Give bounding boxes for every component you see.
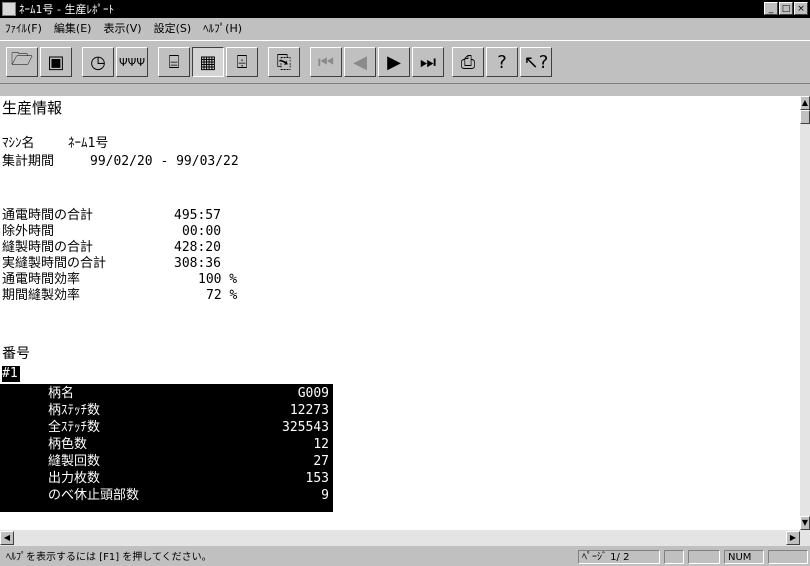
report-view[interactable]: 生産情報 ﾏｼﾝ名 ﾈｰﾑ1号 集計期間 99/02/20 - 99/03/22… — [0, 96, 800, 530]
status-pane — [664, 550, 684, 564]
prev-page-button[interactable]: ◀ — [344, 47, 376, 77]
stat-value: 428:20 — [174, 240, 221, 255]
minimize-button[interactable]: _ — [764, 2, 778, 15]
time-button[interactable]: ◷ — [82, 47, 114, 77]
status-page: ﾍﾟｰｼﾞ 1/ 2 — [578, 550, 660, 564]
report-heading: 生産情報 — [2, 99, 63, 117]
menu-edit[interactable]: 編集(E) — [54, 20, 92, 36]
prev-page-icon: ◀ — [353, 51, 367, 73]
stitch-pattern-icon: ΨΨΨ — [119, 55, 145, 69]
save-button[interactable]: ▣ — [40, 47, 72, 77]
open-folder-icon: 🗁 — [10, 49, 34, 70]
scroll-thumb[interactable] — [800, 110, 810, 124]
row-label: 柄名 — [48, 386, 75, 401]
status-pane — [768, 550, 808, 564]
stat-label: 通電時間の合計 — [2, 208, 94, 223]
machine-value: ﾈｰﾑ1号 — [68, 136, 109, 151]
next-page-icon: ▶ — [387, 51, 401, 73]
stat-value: 72 % — [206, 288, 238, 303]
number-label: 番号 — [2, 346, 30, 362]
menu-view[interactable]: 表示(V) — [103, 20, 141, 36]
stat-value: 100 % — [198, 272, 238, 287]
menu-help[interactable]: ﾍﾙﾌﾟ(H) — [203, 20, 242, 36]
table-row: 縫製回数 27 — [0, 454, 333, 470]
table-row: 出力枚数 153 — [0, 471, 333, 487]
stat-label: 除外時間 — [2, 224, 55, 239]
machine-button[interactable]: ⌸ — [158, 47, 190, 77]
help-icon: ? — [497, 51, 507, 73]
period-label: 集計期間 — [2, 154, 55, 169]
machine-label: ﾏｼﾝ名 — [2, 136, 35, 151]
scroll-down-icon[interactable]: ▼ — [800, 516, 810, 530]
stat-label: 通電時間効率 — [2, 272, 81, 287]
stat-label: 縫製時間の合計 — [2, 240, 94, 255]
table-row: 柄色数 12 — [0, 437, 333, 453]
stat-label: 実縫製時間の合計 — [2, 256, 107, 271]
table-row: 柄名 G009 — [0, 386, 333, 402]
first-page-button[interactable]: ⏮ — [310, 47, 342, 77]
toolbar: 🗁 ▣ ◷ ΨΨΨ ⌸ ▦ ⌹ ⎘ ⏮ ◀ ▶ ⏭ ⎙ ? ↖? — [0, 40, 810, 84]
clock-icon: ◷ — [90, 51, 106, 73]
row-value: 27 — [313, 454, 329, 469]
status-help-text: ﾍﾙﾌﾟを表示するには [F1] を押してください。 — [6, 552, 212, 563]
help-button[interactable]: ? — [486, 47, 518, 77]
print-button[interactable]: ⎙ — [452, 47, 484, 77]
row-value: 12 — [313, 437, 329, 452]
row-value: 12273 — [289, 403, 329, 418]
status-num: NUM — [724, 550, 764, 564]
pattern-selection: 柄名 G009 柄ｽﾃｯﾁ数 12273 全ｽﾃｯﾁ数 325543 柄色数 12 縫製… — [0, 384, 333, 512]
scroll-left-icon[interactable]: ◀ — [0, 531, 14, 545]
multihead-button[interactable]: ⌹ — [226, 47, 258, 77]
row-value: 9 — [321, 488, 329, 503]
next-page-button[interactable]: ▶ — [378, 47, 410, 77]
first-page-icon: ⏮ — [317, 51, 335, 73]
window-title: ﾈｰﾑ1号 - 生産ﾚﾎﾟｰﾄ — [19, 3, 114, 16]
close-button[interactable]: × — [794, 2, 808, 15]
row-label: のべ休止頭部数 — [48, 488, 140, 503]
table-row: 柄ｽﾃｯﾁ数 12273 — [0, 403, 333, 419]
last-page-icon: ⏭ — [419, 51, 437, 73]
menu-bar: ﾌｧｲﾙ(F) 編集(E) 表示(V) 設定(S) ﾍﾙﾌﾟ(H) — [0, 18, 810, 38]
scroll-up-icon[interactable]: ▲ — [800, 96, 810, 110]
pattern-button[interactable]: ΨΨΨ — [116, 47, 148, 77]
multi-head-icon: ⌹ — [236, 51, 248, 73]
context-help-icon: ↖? — [523, 51, 549, 73]
maximize-button[interactable]: □ — [779, 2, 793, 15]
machine-sewing-icon: ⌸ — [168, 51, 180, 73]
row-label: 柄ｽﾃｯﾁ数 — [48, 403, 101, 418]
vertical-scrollbar[interactable]: ▲ ▼ — [800, 96, 810, 530]
save-disk-icon: ▣ — [47, 51, 65, 73]
last-page-button[interactable]: ⏭ — [412, 47, 444, 77]
table-row: 全ｽﾃｯﾁ数 325543 — [0, 420, 333, 436]
open-button[interactable]: 🗁 — [6, 47, 38, 77]
production-button[interactable]: ▦ — [192, 47, 224, 77]
context-help-button[interactable]: ↖? — [520, 47, 552, 77]
stat-value: 308:36 — [174, 256, 221, 271]
status-pane — [688, 550, 720, 564]
menu-file[interactable]: ﾌｧｲﾙ(F) — [5, 20, 42, 36]
copy-button[interactable]: ⎘ — [268, 47, 300, 77]
copy-report-icon: ⎘ — [276, 51, 292, 73]
status-bar: ﾍﾙﾌﾟを表示するには [F1] を押してください。 ﾍﾟｰｼﾞ 1/ 2 NU… — [0, 548, 810, 566]
menu-settings[interactable]: 設定(S) — [154, 20, 192, 36]
stat-value: 495:57 — [174, 208, 221, 223]
app-icon[interactable] — [2, 2, 16, 16]
row-label: 出力枚数 — [48, 471, 101, 486]
row-label: 柄色数 — [48, 437, 88, 452]
print-icon: ⎙ — [460, 51, 476, 73]
stat-label: 期間縫製効率 — [2, 288, 81, 303]
title-bar: ﾈｰﾑ1号 - 生産ﾚﾎﾟｰﾄ _ □ × — [0, 0, 810, 18]
row-label: 縫製回数 — [48, 454, 101, 469]
period-value: 99/02/20 - 99/03/22 — [90, 154, 239, 169]
horizontal-scrollbar[interactable]: ◀ ▶ — [0, 530, 810, 546]
row-label: 全ｽﾃｯﾁ数 — [48, 420, 101, 435]
number-value: #1 — [2, 366, 20, 382]
scroll-right-icon[interactable]: ▶ — [786, 531, 800, 545]
row-value: 325543 — [282, 420, 329, 435]
row-value: 153 — [305, 471, 329, 486]
stat-value: 00:00 — [182, 224, 222, 239]
row-value: G009 — [297, 386, 329, 401]
production-grid-icon: ▦ — [199, 51, 217, 73]
table-row: のべ休止頭部数 9 — [0, 488, 333, 504]
